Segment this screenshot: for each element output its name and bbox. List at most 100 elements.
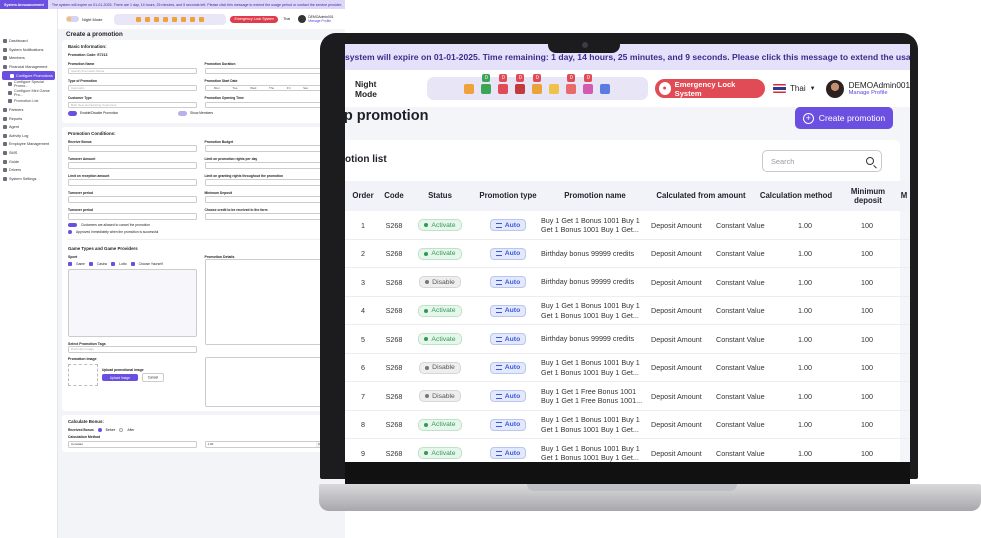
night-mode-toggle[interactable]: Night Mode — [66, 16, 102, 22]
sidebar-item[interactable]: Configure Promotions — [2, 71, 55, 80]
gift-icon[interactable] — [463, 83, 475, 95]
constant-value-input[interactable]: 1.00Constant — [204, 441, 333, 448]
sidebar-item[interactable]: Financial Management — [0, 63, 57, 72]
table-row[interactable]: 6 S268 Disable Auto Buy 1 Get 1 Bonus 1001 B… — [345, 354, 910, 382]
game-type-checkbox[interactable] — [130, 262, 135, 266]
sidebar-item[interactable]: System Notifications — [0, 46, 57, 55]
language-select[interactable]: Thai — [283, 17, 290, 21]
sidebar-item[interactable]: Reports — [0, 114, 57, 123]
enable-switch[interactable] — [68, 111, 77, 116]
game-provider-table[interactable] — [68, 269, 197, 337]
gift-icon[interactable] — [163, 16, 169, 22]
gift-icon[interactable]: 0 — [514, 73, 526, 95]
game-type-checkbox[interactable] — [68, 262, 72, 266]
day-checkbox[interactable]: Mon — [214, 86, 220, 90]
emergency-lock-button[interactable]: ● Emergency Lock System — [654, 79, 766, 98]
gift-icon[interactable]: 0 — [480, 73, 492, 95]
tags-select[interactable]: Promotion Image — [68, 346, 197, 353]
user-menu[interactable]: DEMOAdmin001 Manage Profile — [825, 79, 910, 98]
gift-icon[interactable] — [548, 83, 560, 95]
status-badge[interactable]: Activate — [418, 219, 462, 232]
gift-icon[interactable] — [154, 16, 160, 22]
table-row[interactable]: 7 S268 Disable Auto Buy 1 Get 1 Free Bonus 1… — [345, 382, 910, 411]
table-row[interactable]: 2 S268 Activate Auto Birthday bonus 99999 cr… — [345, 240, 910, 268]
status-badge[interactable]: Disable — [419, 276, 461, 289]
gift-icon[interactable]: 0 — [531, 73, 543, 95]
table-row[interactable]: 5 S268 Activate Auto Birthday bonus 99999 cr… — [345, 325, 910, 354]
condition-input[interactable] — [204, 145, 333, 152]
column-header[interactable]: Calculation method — [755, 181, 837, 211]
table-row[interactable]: 8 S268 Activate Auto Buy 1 Get 1 Bonus 1001 … — [345, 411, 910, 439]
user-menu[interactable]: DEMOAdmin001 Manage Profile — [298, 15, 334, 23]
sidebar-item[interactable]: Configure Special Promo... — [0, 80, 57, 89]
column-header[interactable]: M — [898, 181, 910, 211]
day-checkbox[interactable]: Tue — [232, 86, 237, 90]
game-type-checkbox[interactable] — [111, 262, 116, 266]
customer-type-select[interactable]: Both New and Existing Customers — [68, 101, 197, 108]
day-checkbox[interactable]: Sat — [303, 86, 308, 90]
condition-input[interactable] — [68, 179, 197, 186]
upload-image-button[interactable]: Upload Image — [102, 374, 138, 381]
sidebar-item[interactable]: System Settings — [0, 175, 57, 184]
table-row[interactable]: 9 S268 Activate Auto Buy 1 Get 1 Bonus 1001 … — [345, 439, 910, 462]
status-badge[interactable]: Activate — [418, 304, 462, 317]
sidebar-item[interactable]: Activity Log — [0, 132, 57, 141]
promotion-type-select[interactable]: Automatic — [68, 84, 197, 91]
sidebar-item[interactable]: Guide — [0, 157, 57, 166]
promotion-duration-input[interactable] — [204, 67, 333, 74]
column-header[interactable]: Code — [381, 181, 407, 211]
status-badge[interactable]: Activate — [418, 447, 462, 460]
gift-icon[interactable] — [190, 16, 196, 22]
day-checkbox[interactable]: Fri — [287, 86, 291, 90]
day-checkbox[interactable]: Wed — [250, 86, 256, 90]
promotion-name-input[interactable]: Specify Promotion Name — [68, 67, 197, 74]
status-badge[interactable]: Activate — [418, 418, 462, 431]
start-days[interactable]: MonTueWedThuFriSatSun — [204, 84, 333, 91]
sidebar-item[interactable]: Partners — [0, 106, 57, 115]
gift-icon[interactable] — [136, 16, 142, 22]
before-radio[interactable] — [97, 428, 102, 432]
column-header[interactable]: Promotion type — [467, 181, 549, 211]
system-announcement-banner[interactable]: System Announcement The system will expi… — [0, 0, 345, 9]
night-mode-label[interactable]: Night Mode — [355, 79, 397, 99]
condition-input[interactable] — [204, 213, 333, 220]
sidebar-item[interactable]: Drivers — [0, 166, 57, 175]
approved-checkbox[interactable] — [68, 230, 72, 234]
column-header[interactable]: Status — [415, 181, 465, 211]
sidebar-item[interactable]: Dashboard — [0, 37, 57, 46]
column-header[interactable]: Order — [345, 181, 381, 211]
opening-time-input[interactable] — [204, 101, 333, 108]
table-row[interactable]: 1 S268 Activate Auto Buy 1 Get 1 Bonus 1001 … — [345, 211, 910, 240]
notification-icons[interactable] — [114, 13, 227, 25]
sidebar-item[interactable]: Employee Management — [0, 140, 57, 149]
sidebar-item[interactable]: Members — [0, 54, 57, 63]
expiry-banner[interactable]: system will expire on 01-01-2025. Time r… — [345, 44, 910, 70]
status-badge[interactable]: Activate — [418, 247, 462, 260]
condition-input[interactable] — [204, 162, 333, 169]
gift-icon[interactable] — [181, 16, 187, 22]
condition-input[interactable] — [68, 196, 197, 203]
after-radio[interactable] — [119, 428, 124, 432]
rich-text-editor[interactable] — [204, 357, 333, 407]
promotion-details-editor[interactable] — [204, 259, 333, 345]
sidebar-item[interactable]: Agent — [0, 123, 57, 132]
gift-icon[interactable]: 0 — [497, 73, 509, 95]
calc-method-select[interactable]: Constant — [68, 441, 197, 448]
gift-icon[interactable]: 0 — [565, 73, 577, 95]
column-header[interactable]: Promotion name — [540, 181, 650, 211]
cancel-button[interactable]: Cancel — [141, 373, 165, 382]
status-badge[interactable]: Disable — [419, 361, 461, 374]
table-row[interactable]: 4 S268 Activate Auto Buy 1 Get 1 Bonus 1001 … — [345, 297, 910, 325]
toggle-switch[interactable] — [66, 16, 79, 22]
manage-profile-link[interactable]: Manage Profile — [308, 19, 333, 23]
sidebar-item[interactable]: Configure Mini Game Pro... — [0, 89, 57, 98]
gift-icon[interactable]: 0 — [582, 73, 594, 95]
gift-icon[interactable] — [172, 16, 178, 22]
game-type-checkbox[interactable] — [88, 262, 93, 266]
search-input[interactable]: Search — [762, 150, 882, 172]
day-checkbox[interactable]: Thu — [269, 86, 274, 90]
sidebar-item[interactable]: Promotion List — [0, 97, 57, 106]
column-header[interactable]: Minimum deposit — [843, 181, 893, 211]
condition-input[interactable] — [68, 213, 197, 220]
status-badge[interactable]: Disable — [419, 390, 461, 403]
